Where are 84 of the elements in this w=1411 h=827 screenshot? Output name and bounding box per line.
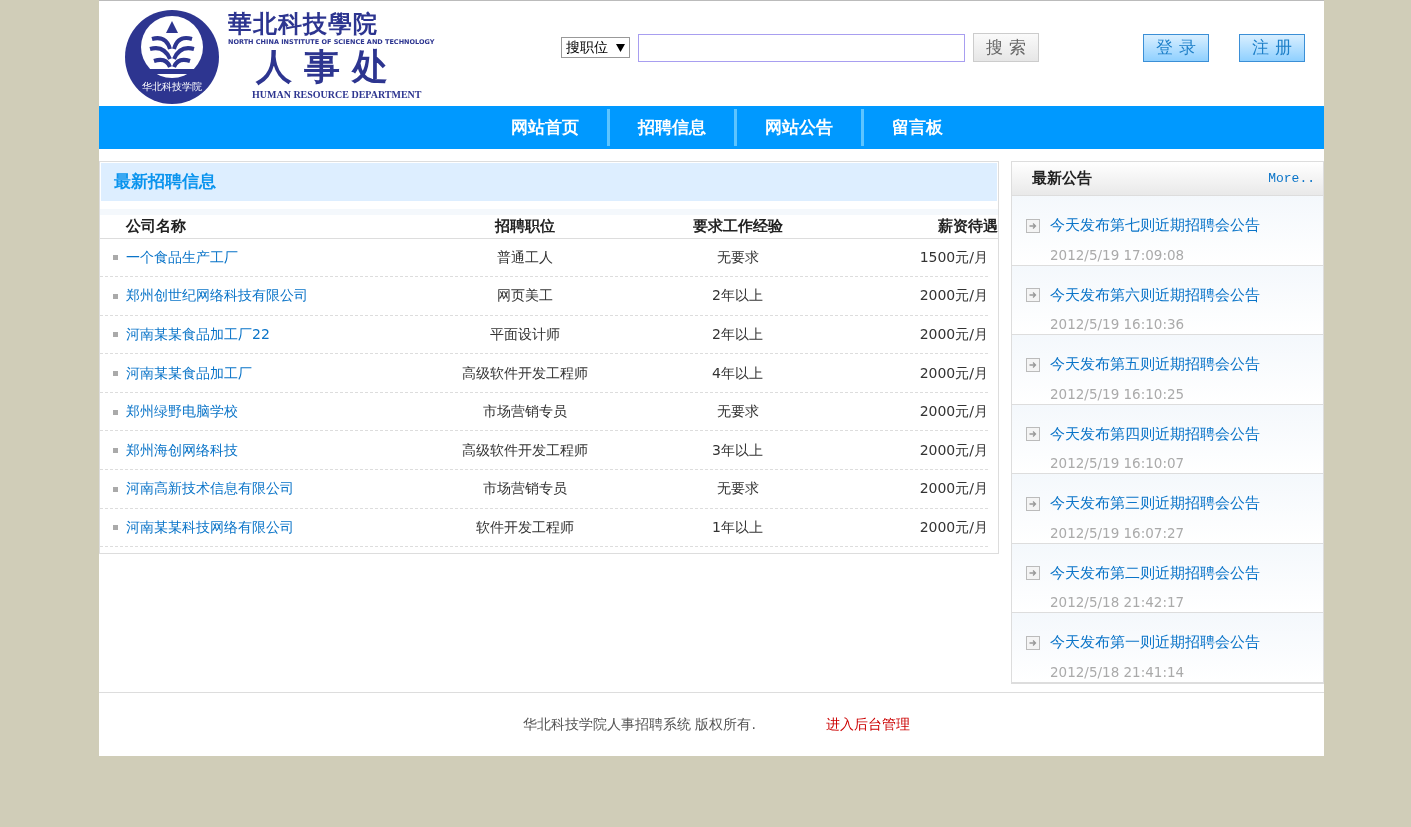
column-header: 要求工作经验 bbox=[692, 216, 783, 235]
school-name: 華北科技學院 bbox=[228, 11, 379, 38]
notice-link[interactable]: 今天发布第四则近期招聘会公告 bbox=[1050, 423, 1260, 446]
notice-time: 2012/5/18 21:42:17 bbox=[1050, 593, 1186, 613]
company-link[interactable]: 郑州绿野电脑学校 bbox=[126, 403, 238, 420]
table-cell: 平面设计师 bbox=[490, 326, 560, 342]
bullet-icon bbox=[113, 332, 118, 338]
table-cell: 3年以上 bbox=[712, 441, 763, 458]
table-cell: 高级软件开发工程师 bbox=[462, 364, 588, 381]
search-field[interactable] bbox=[638, 33, 965, 62]
table-cell: 2年以上 bbox=[712, 287, 763, 304]
table-cell: 软件开发工程师 bbox=[476, 518, 574, 535]
table-cell: 无要求 bbox=[716, 248, 759, 265]
table-cell: 无要求 bbox=[716, 403, 759, 420]
column-header: 招聘职位 bbox=[495, 216, 555, 235]
panel-title: 最新公告 bbox=[1032, 168, 1092, 190]
company-link[interactable]: 郑州创世纪网络科技有限公司 bbox=[126, 287, 308, 304]
table-cell: 市场营销专员 bbox=[483, 403, 567, 420]
admin-link[interactable]: 进入后台管理 bbox=[825, 713, 910, 735]
notice-link[interactable]: 今天发布第三则近期招聘会公告 bbox=[1050, 493, 1260, 515]
notice-link[interactable]: 今天发布第六则近期招聘会公告 bbox=[1050, 284, 1260, 307]
bullet-icon bbox=[113, 255, 118, 261]
table-cell: 2000元/月 bbox=[919, 518, 988, 535]
notice-time: 2012/5/19 16:10:07 bbox=[1050, 454, 1186, 474]
notice-time: 2012/5/19 16:10:36 bbox=[1050, 315, 1186, 335]
notice-link[interactable]: 今天发布第一则近期招聘会公告 bbox=[1050, 632, 1260, 654]
bullet-icon bbox=[113, 409, 118, 415]
company-link[interactable]: 河南某某科技网络有限公司 bbox=[126, 518, 294, 535]
bullet-icon bbox=[113, 525, 118, 531]
company-link[interactable]: 河南某某食品加工厂22 bbox=[126, 326, 270, 342]
company-link[interactable]: 郑州海创网络科技 bbox=[126, 441, 238, 458]
bullet-icon bbox=[113, 448, 118, 454]
company-link[interactable]: 一个食品生产工厂 bbox=[126, 248, 238, 265]
nav-link[interactable]: 招聘信息 bbox=[609, 109, 737, 146]
table-cell: 2000元/月 bbox=[919, 326, 988, 342]
caret-icon bbox=[616, 43, 625, 52]
table-cell: 无要求 bbox=[716, 480, 759, 497]
nav-link[interactable]: 网站公告 bbox=[736, 109, 864, 146]
notice-time: 2012/5/19 16:07:27 bbox=[1050, 523, 1186, 543]
column-header: 公司名称 bbox=[124, 216, 186, 235]
notice-link[interactable]: 今天发布第五则近期招聘会公告 bbox=[1050, 354, 1260, 376]
company-link[interactable]: 河南高新技术信息有限公司 bbox=[126, 480, 294, 497]
notice-time: 2012/5/19 16:10:25 bbox=[1050, 384, 1186, 404]
nav-link[interactable]: 留言板 bbox=[863, 109, 971, 146]
arrow-box-icon bbox=[1026, 288, 1040, 303]
table-cell: 4年以上 bbox=[712, 364, 763, 381]
more-link[interactable]: More.. bbox=[1268, 168, 1315, 189]
seal-text: 华北科技学院 bbox=[142, 80, 202, 93]
notice-time: 2012/5/19 17:09:08 bbox=[1050, 245, 1186, 265]
search-button[interactable]: 搜 索 bbox=[973, 33, 1039, 62]
table-cell: 2000元/月 bbox=[919, 287, 988, 304]
arrow-box-icon bbox=[1026, 357, 1040, 372]
panel-title: 最新招聘信息 bbox=[101, 163, 997, 201]
arrow-box-icon bbox=[1026, 427, 1040, 442]
table-cell: 普通工人 bbox=[497, 248, 553, 265]
notice-link[interactable]: 今天发布第七则近期招聘会公告 bbox=[1050, 215, 1260, 237]
department-name: 人事处 bbox=[255, 47, 401, 87]
nav-link[interactable]: 网站首页 bbox=[482, 109, 610, 146]
bullet-icon bbox=[113, 486, 118, 492]
arrow-box-icon bbox=[1026, 218, 1040, 233]
department-english-name: HUMAN RESOURCE DEPARTMENT bbox=[251, 87, 423, 102]
table-cell: 2000元/月 bbox=[919, 480, 988, 497]
column-header: 薪资待遇 bbox=[938, 216, 998, 235]
table-cell: 1500元/月 bbox=[919, 248, 988, 265]
register-button[interactable]: 注 册 bbox=[1239, 33, 1305, 62]
copyright-text: 华北科技学院人事招聘系统 版权所有. bbox=[523, 714, 756, 734]
table-cell: 2000元/月 bbox=[919, 441, 988, 458]
notice-time: 2012/5/18 21:41:14 bbox=[1050, 662, 1186, 682]
table-cell: 市场营销专员 bbox=[483, 480, 567, 497]
arrow-box-icon bbox=[1026, 566, 1040, 581]
company-link[interactable]: 河南某某食品加工厂 bbox=[126, 364, 252, 381]
table-cell: 2年以上 bbox=[712, 326, 763, 342]
table-cell: 2000元/月 bbox=[919, 364, 988, 381]
table-cell: 网页美工 bbox=[497, 287, 553, 304]
table-cell: 1年以上 bbox=[712, 518, 763, 535]
arrow-box-icon bbox=[1026, 496, 1040, 511]
bullet-icon bbox=[113, 293, 118, 299]
notice-link[interactable]: 今天发布第二则近期招聘会公告 bbox=[1050, 562, 1260, 585]
table-cell: 2000元/月 bbox=[919, 403, 988, 420]
table-cell: 高级软件开发工程师 bbox=[462, 441, 588, 458]
login-button[interactable]: 登 录 bbox=[1143, 33, 1209, 62]
search-scope-dropdown[interactable]: 搜职位 bbox=[561, 37, 630, 58]
bullet-icon bbox=[113, 371, 118, 377]
arrow-box-icon bbox=[1026, 635, 1040, 650]
